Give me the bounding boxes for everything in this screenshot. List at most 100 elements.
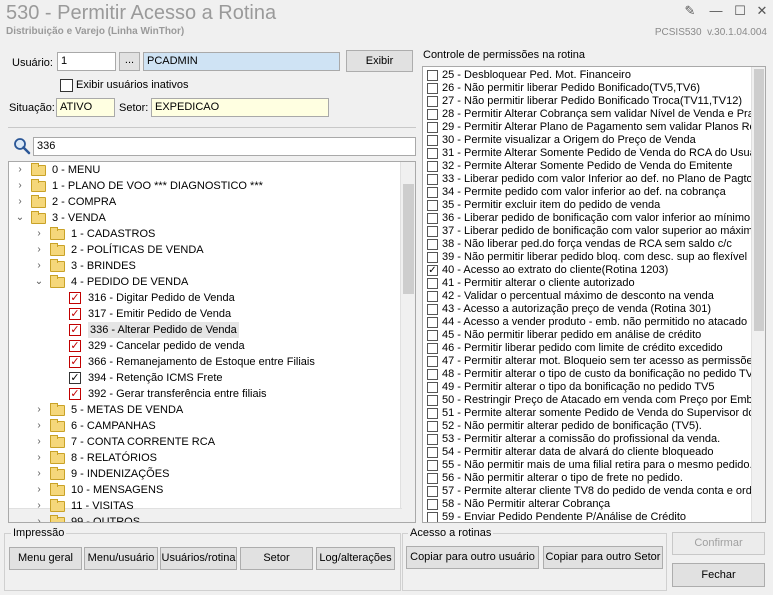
chevron-right-icon[interactable]: › bbox=[34, 514, 44, 522]
permission-checkbox[interactable] bbox=[427, 356, 438, 367]
chevron-right-icon[interactable]: › bbox=[34, 450, 44, 466]
permission-checkbox[interactable] bbox=[427, 395, 438, 406]
maximize-icon[interactable]: ☐ bbox=[730, 3, 750, 19]
permission-label: 51 - Permite alterar somente Pedido de V… bbox=[442, 407, 764, 419]
impressao-button-3[interactable]: Setor bbox=[240, 547, 313, 570]
permission-checkbox[interactable] bbox=[427, 304, 438, 315]
search-input[interactable]: 336 bbox=[33, 137, 416, 156]
inactive-users-checkbox[interactable] bbox=[60, 79, 73, 92]
impressao-button-0[interactable]: Menu geral bbox=[9, 547, 82, 570]
permission-checkbox[interactable] bbox=[427, 512, 438, 522]
permission-label: 38 - Não liberar ped.do força vendas de … bbox=[442, 238, 732, 250]
user-code-field[interactable]: 1 bbox=[57, 52, 116, 71]
permission-label: 46 - Permitir liberar pedido com limite … bbox=[442, 342, 723, 354]
routine-checkbox[interactable]: ✓ bbox=[69, 388, 81, 400]
permission-checkbox[interactable] bbox=[427, 499, 438, 510]
edit-icon[interactable]: ✎ bbox=[680, 3, 700, 19]
impressao-title: Impressão bbox=[11, 527, 67, 539]
permission-checkbox[interactable] bbox=[427, 343, 438, 354]
close-icon[interactable]: ✕ bbox=[752, 3, 772, 19]
permission-checkbox[interactable] bbox=[427, 447, 438, 458]
routine-checkbox[interactable]: ✓ bbox=[69, 356, 81, 368]
chevron-right-icon[interactable]: › bbox=[34, 226, 44, 242]
permission-checkbox[interactable] bbox=[427, 122, 438, 133]
permission-checkbox[interactable] bbox=[427, 200, 438, 211]
chevron-down-icon[interactable]: ⌄ bbox=[15, 210, 25, 226]
permission-checkbox[interactable] bbox=[427, 174, 438, 185]
chevron-right-icon[interactable]: › bbox=[15, 178, 25, 194]
chevron-right-icon[interactable]: › bbox=[15, 162, 25, 178]
permission-label: 58 - Não Permitir alterar Cobrança bbox=[442, 498, 611, 510]
tree-horizontal-scrollbar[interactable] bbox=[9, 508, 402, 522]
permission-checkbox[interactable] bbox=[427, 70, 438, 81]
chevron-right-icon[interactable]: › bbox=[15, 194, 25, 210]
permission-checkbox[interactable] bbox=[427, 473, 438, 484]
permission-checkbox[interactable] bbox=[427, 434, 438, 445]
permission-checkbox[interactable] bbox=[427, 226, 438, 237]
minimize-icon[interactable]: — bbox=[706, 3, 726, 19]
confirmar-button[interactable]: Confirmar bbox=[672, 532, 765, 555]
permissions-list[interactable]: 59 - Enviar Pedido Pendente P/Análise de… bbox=[422, 66, 766, 523]
chevron-right-icon[interactable]: › bbox=[34, 434, 44, 450]
permission-checkbox[interactable] bbox=[427, 421, 438, 432]
routine-checkbox[interactable]: ✓ bbox=[69, 292, 81, 304]
permission-label: 57 - Permite alterar cliente TV8 do pedi… bbox=[442, 485, 758, 497]
permission-checkbox[interactable] bbox=[427, 408, 438, 419]
tree-vertical-scrollbar[interactable] bbox=[400, 162, 415, 522]
tree-item-label: 6 - CAMPANHAS bbox=[71, 420, 156, 432]
permission-checkbox[interactable] bbox=[427, 239, 438, 250]
permission-checkbox[interactable] bbox=[427, 460, 438, 471]
permission-checkbox[interactable]: ✓ bbox=[427, 265, 438, 276]
permission-checkbox[interactable] bbox=[427, 187, 438, 198]
permission-checkbox[interactable] bbox=[427, 96, 438, 107]
routine-checkbox[interactable]: ✓ bbox=[69, 324, 81, 336]
routine-tree[interactable]: › 0 - MENU › 1 - PLANO DE VOO *** DIAGNOSTI… bbox=[8, 161, 416, 523]
impressao-button-2[interactable]: Usuários/rotina bbox=[160, 547, 237, 570]
impressao-button-4[interactable]: Log/alterações bbox=[316, 547, 395, 570]
permission-checkbox[interactable] bbox=[427, 109, 438, 120]
permissions-scroll-thumb[interactable] bbox=[754, 69, 764, 331]
copy-to-user-button[interactable]: Copiar para outro usuário bbox=[406, 546, 539, 569]
copy-to-setor-button[interactable]: Copiar para outro Setor bbox=[543, 546, 663, 569]
folder-icon bbox=[50, 451, 65, 464]
setor-field[interactable]: EXPEDICAO bbox=[151, 98, 329, 117]
chevron-right-icon[interactable]: › bbox=[34, 258, 44, 274]
permission-checkbox[interactable] bbox=[427, 330, 438, 341]
situacao-field[interactable]: ATIVO bbox=[56, 98, 115, 117]
impressao-button-1[interactable]: Menu/usuário bbox=[84, 547, 158, 570]
routine-checkbox[interactable]: ✓ bbox=[69, 340, 81, 352]
tree-scroll-thumb[interactable] bbox=[403, 184, 414, 294]
chevron-right-icon[interactable]: › bbox=[34, 418, 44, 434]
permission-checkbox[interactable] bbox=[427, 161, 438, 172]
permission-label: 37 - Liberar pedido de bonificação com v… bbox=[442, 225, 759, 237]
permissions-vertical-scrollbar[interactable] bbox=[751, 67, 765, 522]
chevron-right-icon[interactable]: › bbox=[34, 466, 44, 482]
chevron-right-icon[interactable]: › bbox=[34, 498, 44, 514]
chevron-down-icon[interactable]: ⌄ bbox=[34, 274, 44, 290]
permission-checkbox[interactable] bbox=[427, 291, 438, 302]
chevron-right-icon[interactable]: › bbox=[34, 402, 44, 418]
fechar-button[interactable]: Fechar bbox=[672, 563, 765, 587]
permission-checkbox[interactable] bbox=[427, 369, 438, 380]
permission-checkbox[interactable] bbox=[427, 148, 438, 159]
permission-checkbox[interactable] bbox=[427, 213, 438, 224]
chevron-right-icon[interactable]: › bbox=[34, 242, 44, 258]
chevron-right-icon[interactable]: › bbox=[34, 482, 44, 498]
routine-checkbox[interactable]: ✓ bbox=[69, 372, 81, 384]
permission-checkbox[interactable] bbox=[427, 135, 438, 146]
permission-checkbox[interactable] bbox=[427, 382, 438, 393]
permission-checkbox[interactable] bbox=[427, 317, 438, 328]
search-icon bbox=[13, 137, 31, 155]
exibir-button[interactable]: Exibir bbox=[346, 50, 413, 72]
folder-icon bbox=[50, 515, 65, 522]
version-code: PCSIS530 bbox=[654, 27, 702, 38]
routine-checkbox[interactable]: ✓ bbox=[69, 308, 81, 320]
permission-label: 53 - Permitir alterar a comissão do prof… bbox=[442, 433, 721, 445]
permission-checkbox[interactable] bbox=[427, 252, 438, 263]
permission-checkbox[interactable] bbox=[427, 278, 438, 289]
user-browse-button[interactable]: ... bbox=[119, 52, 140, 71]
permission-checkbox[interactable] bbox=[427, 83, 438, 94]
permission-label: 40 - Acesso ao extrato do cliente(Rotina… bbox=[442, 264, 669, 276]
user-name-field[interactable]: PCADMIN bbox=[143, 52, 340, 71]
permission-checkbox[interactable] bbox=[427, 486, 438, 497]
